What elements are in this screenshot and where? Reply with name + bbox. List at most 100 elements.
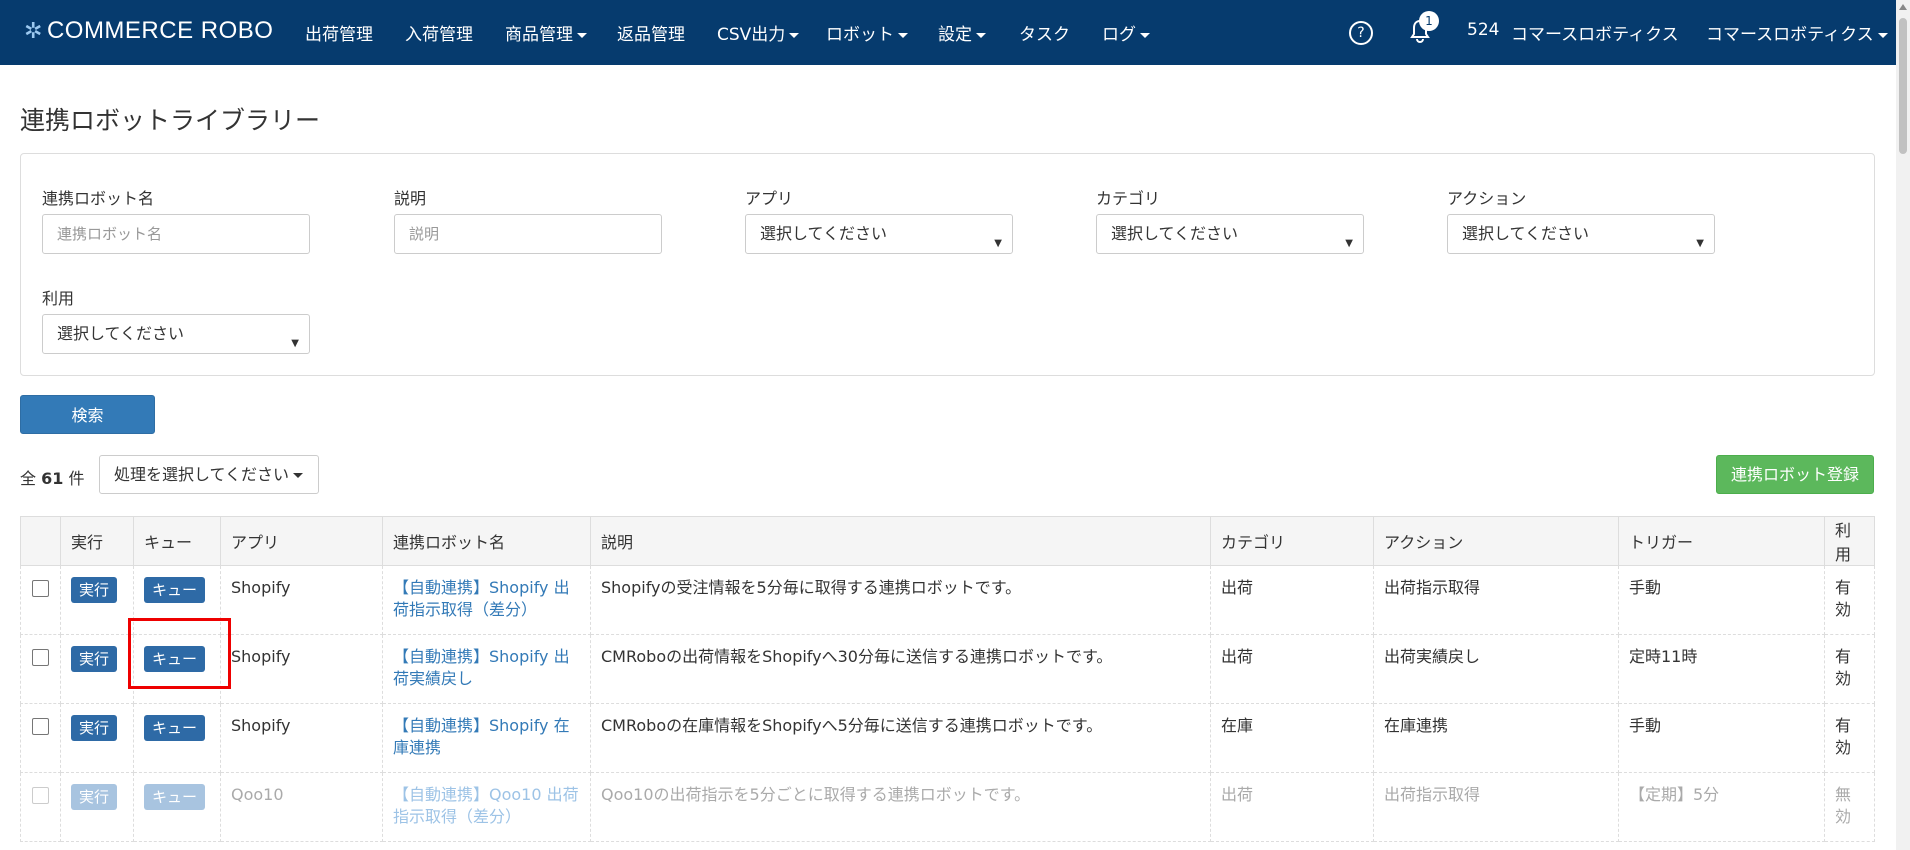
- nav-item-csv-label: CSV出力: [717, 25, 786, 45]
- header-trigger: トリガー: [1618, 516, 1825, 566]
- usage-cell: 有効: [1824, 703, 1875, 773]
- row-select-cell: [20, 565, 61, 635]
- table-row: 実行 キュー Shopify 【自動連携】Shopify 在庫連携 CMRoboの在庫情…: [20, 703, 1875, 773]
- run-button[interactable]: 実行: [71, 577, 118, 603]
- count-value: 61: [41, 469, 64, 488]
- count-suffix: 件: [68, 469, 85, 488]
- run-cell: 実行: [60, 565, 134, 635]
- nav-item-robot[interactable]: ロボット: [826, 20, 908, 45]
- robot-name-link[interactable]: 【自動連携】Shopify 出荷実績戻し: [393, 647, 570, 688]
- trigger-cell: 手動: [1618, 703, 1825, 773]
- run-button[interactable]: 実行: [71, 715, 118, 741]
- robot-name-input[interactable]: [42, 214, 310, 254]
- category-select[interactable]: 選択してください ▼: [1096, 214, 1364, 254]
- trigger-cell: 手動: [1618, 565, 1825, 635]
- description-label: 説明: [394, 189, 427, 208]
- user-menu[interactable]: コマースロボティクス: [1706, 20, 1888, 45]
- action-cell: 出荷実績戻し: [1373, 634, 1619, 704]
- scrollbar-thumb[interactable]: [1899, 18, 1907, 154]
- run-cell: 実行: [60, 703, 134, 773]
- usage-label: 利用: [42, 289, 75, 308]
- nav-item-settings-label: 設定: [938, 25, 972, 45]
- action-cell: 出荷指示取得: [1373, 772, 1619, 842]
- result-count: 全 61 件: [20, 465, 84, 489]
- description-input[interactable]: [394, 214, 662, 254]
- scroll-up-arrow-icon[interactable]: [1899, 4, 1907, 10]
- robot-name-link[interactable]: 【自動連携】Shopify 出荷指示取得（差分）: [393, 578, 570, 619]
- app-select[interactable]: 選択してください ▼: [745, 214, 1013, 254]
- action-cell: 出荷指示取得: [1373, 565, 1619, 635]
- notification-badge: 1: [1419, 11, 1439, 31]
- action-cell: 在庫連携: [1373, 703, 1619, 773]
- logo-text: COMMERCE ROBO: [46, 17, 274, 44]
- row-select-cell: [20, 634, 61, 704]
- page-title: 連携ロボットライブラリー: [20, 106, 321, 135]
- action-select-arrow-icon: ▼: [1696, 238, 1704, 249]
- search-button[interactable]: 検索: [20, 395, 155, 434]
- nav-item-settings[interactable]: 設定: [938, 20, 986, 45]
- header-app: アプリ: [220, 516, 383, 566]
- bulk-action-select[interactable]: 処理を選択してください: [99, 455, 319, 494]
- robot-table: 実行 キュー アプリ 連携ロボット名 説明 カテゴリ アクション トリガー 利用…: [20, 516, 1875, 842]
- run-button[interactable]: 実行: [71, 784, 118, 810]
- nav-item-csv-export[interactable]: CSV出力: [717, 20, 799, 45]
- description-cell: Qoo10の出荷指示を5分ごとに取得する連携ロボットです。: [590, 772, 1211, 842]
- queue-button[interactable]: キュー: [144, 577, 206, 603]
- category-cell: 在庫: [1210, 703, 1374, 773]
- app-select-arrow-icon: ▼: [994, 238, 1002, 249]
- usage-cell: 有効: [1824, 634, 1875, 704]
- table-row: 実行 キュー Shopify 【自動連携】Shopify 出荷実績戻し CMRoboの出…: [20, 634, 1875, 704]
- usage-select-value: 選択してください: [57, 324, 185, 343]
- action-label: アクション: [1447, 189, 1527, 208]
- nav-item-returns[interactable]: 返品管理: [617, 20, 685, 45]
- nav-item-logs[interactable]: ログ: [1102, 20, 1150, 45]
- run-button[interactable]: 実行: [71, 646, 118, 672]
- top-navbar: ✲ COMMERCE ROBO 出荷管理 入荷管理 商品管理 返品管理 CSV出力…: [0, 0, 1896, 65]
- robot-name-link[interactable]: 【自動連携】Shopify 在庫連携: [393, 716, 570, 757]
- category-select-value: 選択してください: [1111, 224, 1239, 243]
- nav-item-tasks[interactable]: タスク: [1019, 20, 1070, 45]
- nav-item-products[interactable]: 商品管理: [505, 20, 587, 45]
- help-icon[interactable]: ?: [1349, 21, 1373, 45]
- robot-name-cell: 【自動連携】Shopify 出荷指示取得（差分）: [382, 565, 591, 635]
- user-id: 524: [1467, 20, 1500, 40]
- filter-panel: 連携ロボット名 説明 アプリ 選択してください▼ カテゴリ 選択してください▼ …: [20, 153, 1875, 376]
- category-cell: 出荷: [1210, 772, 1374, 842]
- app-cell: Qoo10: [220, 772, 383, 842]
- app-select-value: 選択してください: [760, 224, 888, 243]
- header-checkbox: [20, 516, 61, 566]
- robot-name-link[interactable]: 【自動連携】Qoo10 出荷指示取得（差分）: [393, 785, 579, 826]
- row-checkbox[interactable]: [32, 718, 49, 735]
- nav-item-products-label: 商品管理: [505, 25, 573, 45]
- usage-select[interactable]: 選択してください ▼: [42, 314, 310, 354]
- queue-button[interactable]: キュー: [144, 784, 206, 810]
- row-select-cell: [20, 703, 61, 773]
- header-usage: 利用: [1824, 516, 1875, 566]
- register-robot-button[interactable]: 連携ロボット登録: [1716, 455, 1874, 494]
- nav-item-shipping[interactable]: 出荷管理: [305, 20, 373, 45]
- category-cell: 出荷: [1210, 634, 1374, 704]
- header-action: アクション: [1373, 516, 1619, 566]
- category-label: カテゴリ: [1096, 189, 1161, 208]
- description-cell: CMRoboの在庫情報をShopifyへ5分毎に送信する連携ロボットです。: [590, 703, 1211, 773]
- queue-button[interactable]: キュー: [144, 715, 206, 741]
- robot-name-cell: 【自動連携】Shopify 在庫連携: [382, 703, 591, 773]
- vertical-scrollbar[interactable]: [1896, 0, 1910, 850]
- header-run: 実行: [60, 516, 134, 566]
- queue-cell: キュー: [133, 703, 221, 773]
- count-prefix: 全: [20, 469, 37, 488]
- nav-item-receiving[interactable]: 入荷管理: [405, 20, 473, 45]
- header-description: 説明: [590, 516, 1211, 566]
- row-checkbox[interactable]: [32, 580, 49, 597]
- nav-item-robot-label: ロボット: [826, 25, 894, 45]
- header-category: カテゴリ: [1210, 516, 1374, 566]
- row-checkbox[interactable]: [32, 649, 49, 666]
- row-checkbox[interactable]: [32, 787, 49, 804]
- highlight-box: [128, 618, 231, 689]
- action-select[interactable]: 選択してください ▼: [1447, 214, 1715, 254]
- usage-cell: 有効: [1824, 565, 1875, 635]
- logo[interactable]: ✲ COMMERCE ROBO: [24, 17, 273, 45]
- app-cell: Shopify: [220, 565, 383, 635]
- trigger-cell: 【定期】5分: [1618, 772, 1825, 842]
- table-row: 実行 キュー Qoo10 【自動連携】Qoo10 出荷指示取得（差分） Qoo10の出荷…: [20, 772, 1875, 842]
